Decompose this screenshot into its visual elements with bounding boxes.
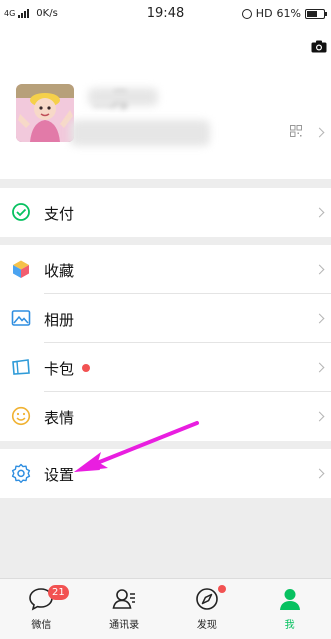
menu-label-album: 相册 — [44, 311, 75, 329]
chevron-right-icon — [314, 264, 325, 275]
tab-label-me: 我 — [284, 620, 295, 631]
profile-chevron-icon — [314, 127, 325, 138]
stickers-icon — [11, 406, 31, 426]
chevron-right-icon — [314, 468, 325, 479]
menu-item-album[interactable]: 相册 — [0, 294, 331, 343]
battery-percent: 61% — [276, 7, 301, 20]
camera-icon[interactable] — [311, 40, 327, 53]
tab-label-chats: 微信 — [31, 620, 52, 631]
hd-indicator: HD — [255, 7, 273, 20]
chevron-right-icon — [314, 362, 325, 373]
status-right: HD 61% — [241, 7, 327, 20]
profile-card[interactable]: …月 — [0, 28, 331, 179]
menu-label-cards: 卡包 — [44, 360, 75, 378]
chats-badge: 21 — [48, 585, 69, 600]
tab-discover[interactable]: 发现 — [166, 579, 249, 639]
chevron-right-icon — [314, 313, 325, 324]
menu-group-settings: 设置 — [0, 449, 331, 498]
wechat-id-mosaic — [70, 120, 210, 146]
chevron-right-icon — [314, 207, 325, 218]
menu-item-cards[interactable]: 卡包 — [0, 343, 331, 392]
alarm-icon — [241, 8, 252, 19]
tab-bar: 21 微信 通讯录 发现 我 — [0, 578, 331, 639]
menu-label-pay: 支付 — [44, 205, 75, 223]
battery-fill — [307, 10, 317, 17]
me-icon — [279, 589, 300, 610]
tab-me[interactable]: 我 — [248, 579, 331, 639]
discover-icon — [196, 588, 218, 610]
menu-label-settings: 设置 — [44, 466, 75, 484]
menu-item-stickers[interactable]: 表情 — [0, 392, 331, 441]
chevron-right-icon — [314, 411, 325, 422]
contacts-icon — [112, 589, 136, 609]
status-bar: 4G 0K/s 19:48 HD 61% — [0, 0, 331, 28]
favorites-icon — [13, 260, 29, 278]
tab-label-contacts: 通讯录 — [109, 620, 140, 631]
menu-item-settings[interactable]: 设置 — [0, 449, 331, 498]
album-icon — [11, 310, 31, 326]
tab-contacts[interactable]: 通讯录 — [83, 579, 166, 639]
menu-group-pay: 支付 — [0, 188, 331, 237]
avatar-illustration — [16, 84, 74, 142]
avatar[interactable] — [16, 84, 74, 142]
settings-icon — [11, 463, 31, 483]
menu-label-favorites: 收藏 — [44, 262, 75, 280]
menu-label-stickers: 表情 — [44, 409, 75, 427]
cards-icon — [12, 359, 30, 375]
cards-new-dot — [82, 364, 90, 372]
tab-chats[interactable]: 21 微信 — [0, 579, 83, 639]
qr-code-icon[interactable] — [290, 125, 302, 137]
pay-icon — [12, 203, 30, 221]
menu-group-main: 收藏 相册 卡包 表情 — [0, 245, 331, 441]
battery-icon — [305, 8, 327, 19]
nickname-mosaic — [88, 88, 158, 106]
tab-label-discover: 发现 — [196, 620, 217, 631]
discover-new-dot — [217, 585, 226, 593]
menu-item-pay[interactable]: 支付 — [0, 188, 331, 237]
menu-item-favorites[interactable]: 收藏 — [0, 245, 331, 294]
